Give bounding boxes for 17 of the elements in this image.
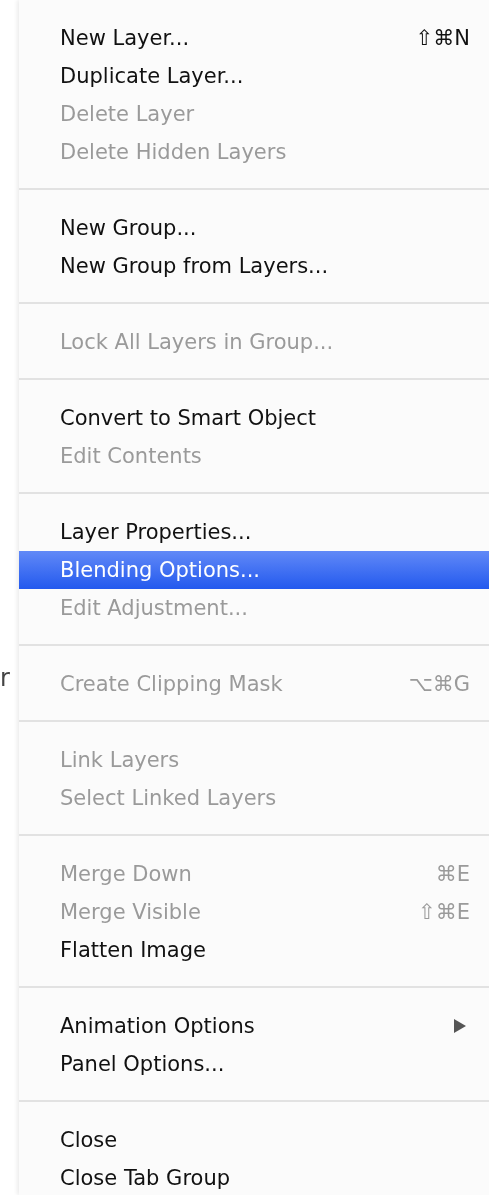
menu-item[interactable]: Layer Properties...	[19, 513, 489, 551]
menu-item[interactable]: Duplicate Layer...	[19, 57, 489, 95]
menu-item[interactable]: Close	[19, 1121, 489, 1159]
shortcut-label: ⌥⌘G	[408, 672, 470, 696]
menu-item[interactable]: Close Tab Group	[19, 1159, 489, 1195]
menu-item[interactable]: Flatten Image	[19, 931, 489, 969]
menu-item[interactable]: Animation Options	[19, 1007, 489, 1045]
menu-item[interactable]: Convert to Smart Object	[19, 399, 489, 437]
shortcut-label: ⇧⌘N	[415, 26, 470, 50]
shortcut-label: ⇧⌘E	[418, 900, 470, 924]
menu-item[interactable]: New Layer... ⇧⌘N	[19, 19, 489, 57]
menu-item[interactable]: New Group...	[19, 209, 489, 247]
menu-item[interactable]: Panel Options...	[19, 1045, 489, 1083]
menu-item[interactable]: New Group from Layers...	[19, 247, 489, 285]
shortcut-label: ⌘E	[435, 862, 470, 886]
menu-item[interactable]: Blending Options...	[19, 551, 489, 589]
background-text: r	[0, 663, 11, 694]
